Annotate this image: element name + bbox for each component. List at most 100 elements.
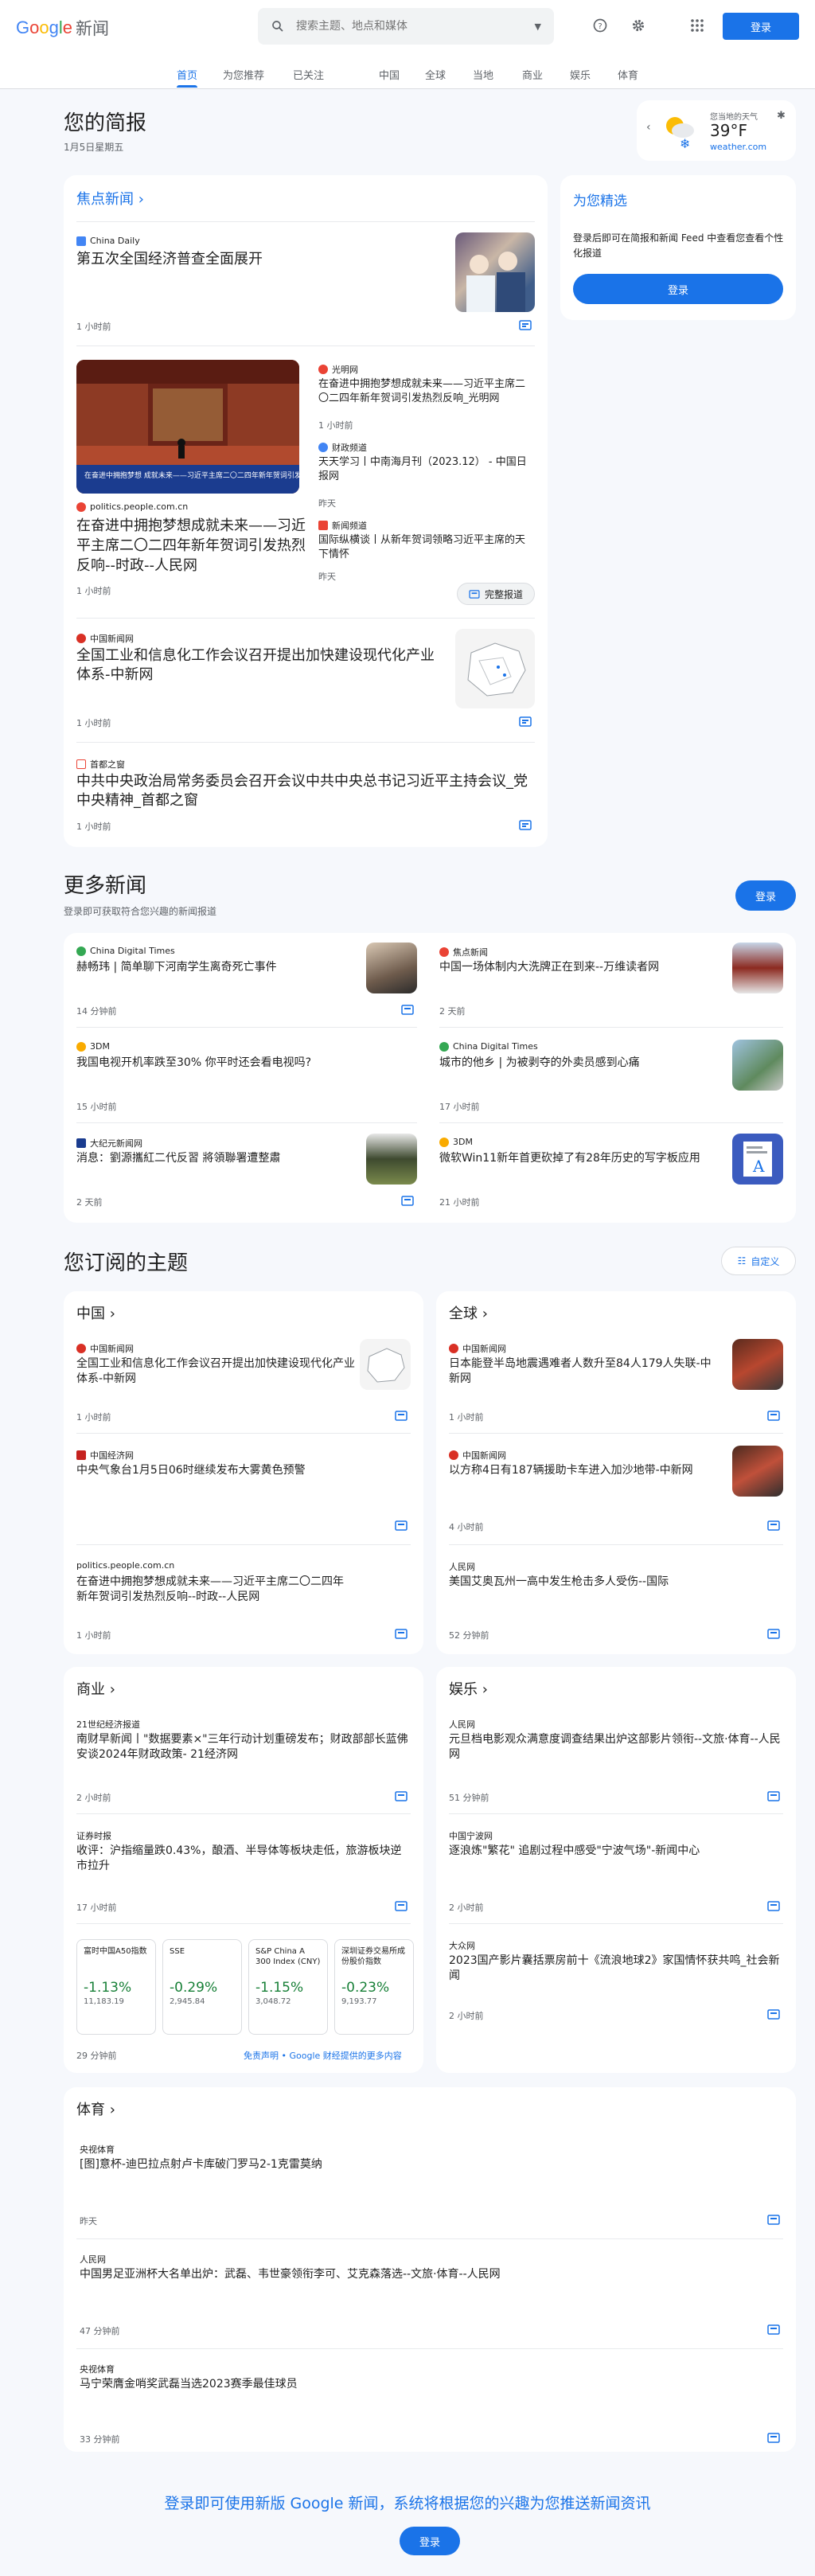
google-news-logo[interactable]: Google 新闻 [16, 16, 109, 40]
story-thumbnail[interactable] [366, 943, 417, 993]
tab-for-you[interactable]: 为您推荐 [223, 67, 264, 82]
topic-title-entertainment[interactable]: 娱乐 › [449, 1678, 488, 1699]
stock-card[interactable]: 富时中国A50指数 -1.13% 11,183.19 [76, 1939, 156, 2035]
login-button[interactable]: 登录 [723, 13, 799, 40]
story-thumbnail[interactable] [732, 1040, 783, 1091]
story-title[interactable]: 中共中央政治局常务委员会召开会议中共中央总书记习近平主持会议_党中央精神_首都之… [76, 772, 530, 811]
story-thumbnail[interactable]: A [732, 1134, 783, 1185]
story-title[interactable]: 全国工业和信息化工作会议召开提出加快建设现代化产业体系-中新网 [76, 646, 443, 685]
story-thumbnail[interactable] [455, 232, 535, 312]
story-title[interactable]: 消息：劉源攜紅二代反習 將領聯署遭整肅 [76, 1151, 363, 1166]
story-title[interactable]: 2023国产影片囊括票房前十《流浪地球2》家国情怀获共鸣_社会新闻 [449, 1953, 783, 1984]
chevron-down-icon[interactable]: ▼ [535, 21, 541, 32]
story-title[interactable]: 马宁荣膺金哨奖武磊当选2023赛季最佳球员 [80, 2377, 764, 2392]
story-title[interactable]: 中国男足亚洲杯大名单出炉：武磊、韦世豪领衔李可、艾克森落选--文旅·体育--人民… [80, 2267, 764, 2282]
story-title[interactable]: 国际纵横谈丨从新年贺词领略习近平主席的天下情怀 [318, 533, 535, 561]
story-thumbnail[interactable] [732, 1446, 783, 1497]
more-news-login-button[interactable]: 登录 [735, 880, 796, 911]
full-coverage-button[interactable]: 完整报道 [457, 583, 535, 605]
full-coverage-icon[interactable] [767, 1629, 780, 1639]
story-title[interactable]: 第五次全国经济普查全面展开 [76, 250, 443, 269]
stock-card[interactable]: S&P China A 300 Index (CNY) -1.15% 3,048.7… [248, 1939, 328, 2035]
story-main-image[interactable]: 在奋进中拥抱梦想 成就未来——习近平主席二〇二四年新年贺词引发热烈反响 [76, 360, 299, 494]
full-coverage-icon[interactable] [767, 2009, 780, 2020]
full-coverage-icon[interactable] [519, 820, 532, 830]
weather-card[interactable]: ‹ ❄ 您当地的天气 39°F weather.com ✱ [637, 100, 796, 161]
story-thumbnail[interactable] [366, 1134, 417, 1185]
search-icon[interactable] [271, 19, 285, 33]
story-title[interactable]: 城市的他乡 | 为被剥夺的外卖员感到心痛 [439, 1056, 726, 1071]
weather-settings-icon[interactable]: ✱ [777, 110, 786, 122]
search-box[interactable]: ▼ [258, 8, 554, 45]
topic-title-sports[interactable]: 体育 › [76, 2098, 115, 2119]
story-title[interactable]: 美国艾奥瓦州一高中发生枪击多人受伤--国际 [449, 1575, 767, 1590]
gear-icon[interactable] [629, 16, 648, 35]
top-stories-title[interactable]: 焦点新闻 › [76, 188, 144, 209]
story-title[interactable]: 逐浪炼"繁花" 追剧过程中感受"宁波气场"-新闻中心 [449, 1844, 783, 1859]
for-you-login-button[interactable]: 登录 [573, 274, 783, 304]
story-title[interactable]: 全国工业和信息化工作会议召开提出加快建设现代化产业体系-中新网 [76, 1356, 355, 1387]
topic-title-business[interactable]: 商业 › [76, 1678, 115, 1699]
weather-source-link[interactable]: weather.com [710, 142, 766, 152]
tab-local[interactable]: 当地 [473, 67, 493, 82]
tab-sports[interactable]: 体育 [618, 67, 638, 82]
full-coverage-icon[interactable] [395, 1629, 408, 1639]
full-coverage-icon[interactable] [519, 716, 532, 727]
chevron-right-icon[interactable]: › [110, 1306, 115, 1322]
full-coverage-icon[interactable] [767, 2433, 780, 2443]
full-coverage-icon[interactable] [767, 1411, 780, 1421]
story-title[interactable]: 在奋进中拥抱梦想成就未来——习近平主席二〇二四年新年贺词引发热烈反响--时政--… [76, 516, 307, 576]
chevron-right-icon[interactable]: › [138, 191, 144, 208]
full-coverage-icon[interactable] [767, 1901, 780, 1911]
footer-login-button[interactable]: 登录 [400, 2527, 460, 2555]
apps-grid-icon[interactable] [688, 16, 707, 35]
topic-title-china[interactable]: 中国 › [76, 1302, 115, 1323]
story-title[interactable]: 我国电视开机率跌至30% 你平时还会看电视吗? [76, 1056, 411, 1071]
story-title[interactable]: 中央气象台1月5日06时继续发布大雾黄色预警 [76, 1463, 395, 1478]
tab-home[interactable]: 首页 [177, 67, 197, 82]
story-title[interactable]: 在奋进中拥抱梦想成就未来——习近平主席二〇二四年新年贺词引发热烈反响--时政--… [76, 1575, 347, 1605]
full-coverage-icon[interactable] [395, 1791, 408, 1801]
story-thumbnail[interactable] [360, 1339, 411, 1390]
tab-china[interactable]: 中国 [379, 67, 400, 82]
story-title[interactable]: 以方称4日有187辆援助卡车进入加沙地带-中新网 [449, 1463, 719, 1478]
full-coverage-icon[interactable] [395, 1520, 408, 1531]
tab-entertainment[interactable]: 娱乐 [570, 67, 591, 82]
chevron-right-icon[interactable]: › [482, 1681, 488, 1698]
story-thumbnail[interactable] [455, 629, 535, 708]
stock-card[interactable]: SSE -0.29% 2,945.84 [162, 1939, 242, 2035]
story-title[interactable]: 日本能登半岛地震遇难者人数升至84人179人失联-中新网 [449, 1356, 719, 1387]
story-title[interactable]: [图]意杯-迪巴拉点射卢卡库破门罗马2-1克雷莫纳 [80, 2157, 764, 2172]
story-title[interactable]: 微软Win11新年首更砍掉了有28年历史的写字板应用 [439, 1151, 726, 1166]
full-coverage-icon[interactable] [519, 320, 532, 330]
story-title[interactable]: 元旦档电影观众满意度调查结果出炉这部影片领衔--文旅·体育--人民网 [449, 1732, 783, 1762]
full-coverage-icon[interactable] [401, 1196, 414, 1206]
full-coverage-icon[interactable] [395, 1411, 408, 1421]
story-title[interactable]: 赫畅玮 | 简单聊下河南学生离奇死亡事件 [76, 960, 363, 975]
help-icon[interactable]: ? [591, 16, 610, 35]
tab-business[interactable]: 商业 [522, 67, 543, 82]
story-title[interactable]: 中国一场体制内大洗牌正在到来--万维读者网 [439, 960, 726, 975]
tab-following[interactable]: 已关注 [293, 67, 324, 82]
full-coverage-icon[interactable] [767, 1520, 780, 1531]
story-thumbnail[interactable] [732, 943, 783, 993]
full-coverage-icon[interactable] [767, 1791, 780, 1801]
search-input[interactable] [296, 20, 535, 33]
customize-button[interactable]: ☷ 自定义 [721, 1247, 796, 1275]
tab-world[interactable]: 全球 [425, 67, 446, 82]
finance-disclaimer-link[interactable]: 免责声明 • Google 财经提供的更多内容 [244, 2049, 402, 2062]
full-coverage-icon[interactable] [401, 1005, 414, 1015]
full-coverage-icon[interactable] [767, 2324, 780, 2335]
story-title[interactable]: 收评：沪指缩量跌0.43%，酿酒、半导体等板块走低，旅游板块逆市拉升 [76, 1844, 411, 1874]
chevron-left-icon[interactable]: ‹ [646, 121, 651, 134]
full-coverage-icon[interactable] [767, 2215, 780, 2225]
chevron-right-icon[interactable]: › [482, 1306, 488, 1322]
full-coverage-icon[interactable] [395, 1901, 408, 1911]
chevron-right-icon[interactable]: › [110, 2102, 115, 2118]
story-title[interactable]: 天天学习丨中南海月刊（2023.12） - 中国日报网 [318, 455, 535, 483]
story-title[interactable]: 在奋进中拥抱梦想成就未来——习近平主席二〇二四年新年贺词引发热烈反响_光明网 [318, 377, 535, 405]
stock-card[interactable]: 深圳证券交易所成份股价指数 -0.23% 9,193.77 [334, 1939, 414, 2035]
topic-title-world[interactable]: 全球 › [449, 1302, 488, 1323]
story-thumbnail[interactable] [732, 1339, 783, 1390]
chevron-right-icon[interactable]: › [110, 1681, 115, 1698]
